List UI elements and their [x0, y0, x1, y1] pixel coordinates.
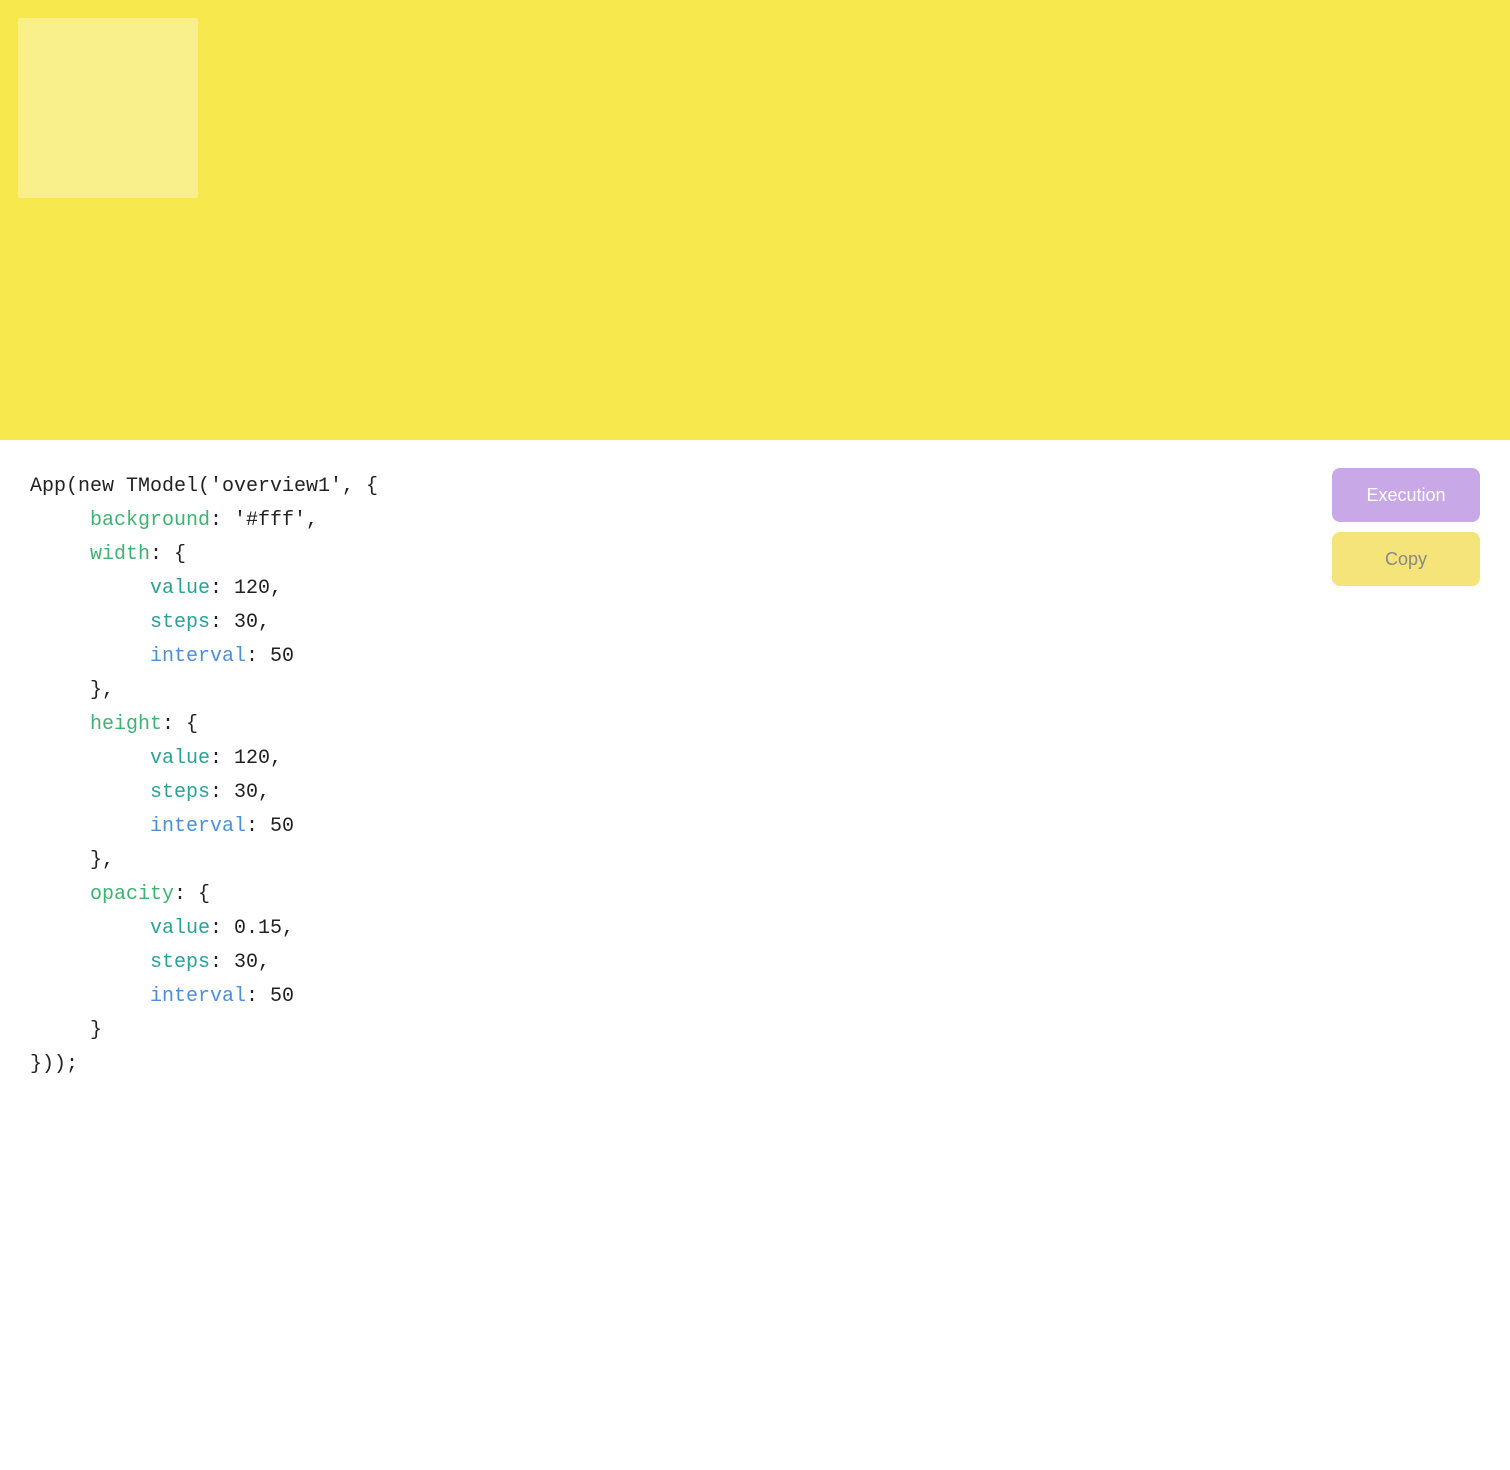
- code-line-11: interval: 50: [30, 810, 1480, 844]
- code-line-5: steps: 30,: [30, 606, 1480, 640]
- copy-button[interactable]: Copy: [1332, 532, 1480, 586]
- code-line-8: height: {: [30, 708, 1480, 742]
- code-line-9: value: 120,: [30, 742, 1480, 776]
- preview-inner-box: [18, 18, 198, 198]
- code-line-10: steps: 30,: [30, 776, 1480, 810]
- code-line-1: App(new TModel('overview1', {: [30, 470, 1480, 504]
- code-line-15: steps: 30,: [30, 946, 1480, 980]
- code-line-3: width: {: [30, 538, 1480, 572]
- code-line-17: }: [30, 1014, 1480, 1048]
- code-area: Execution Copy App(new TModel('overview1…: [0, 440, 1510, 1112]
- code-line-18: }));: [30, 1048, 1480, 1082]
- code-line-14: value: 0.15,: [30, 912, 1480, 946]
- code-line-13: opacity: {: [30, 878, 1480, 912]
- code-line-2: background: '#fff',: [30, 504, 1480, 538]
- code-block: App(new TModel('overview1', { background…: [30, 470, 1480, 1082]
- code-line-6: interval: 50: [30, 640, 1480, 674]
- preview-canvas: [0, 0, 1510, 440]
- code-line-12: },: [30, 844, 1480, 878]
- code-line-4: value: 120,: [30, 572, 1480, 606]
- button-group: Execution Copy: [1332, 468, 1480, 586]
- execution-button[interactable]: Execution: [1332, 468, 1480, 522]
- code-line-16: interval: 50: [30, 980, 1480, 1014]
- code-line-7: },: [30, 674, 1480, 708]
